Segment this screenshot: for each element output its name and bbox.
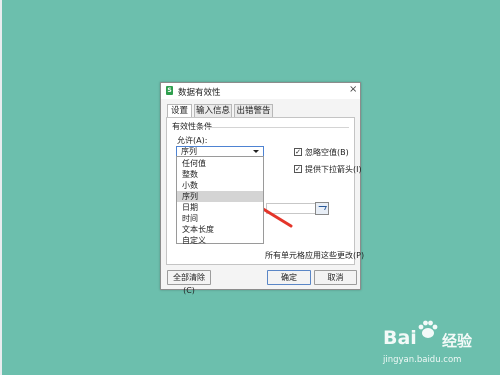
tab-settings[interactable]: 设置 — [167, 104, 192, 118]
dropdown-option-decimal[interactable]: 小数 — [177, 180, 263, 191]
chevron-down-icon[interactable] — [253, 150, 259, 153]
window-edge — [0, 0, 2, 375]
dialog-titlebar: S 数据有效性 × — [161, 83, 360, 99]
ignore-blank-label: 忽略空值(B) — [305, 148, 349, 157]
paw-logo-icon — [418, 320, 438, 338]
close-icon[interactable]: × — [349, 84, 357, 95]
source-input[interactable] — [266, 203, 316, 214]
dropdown-option-time[interactable]: 时间 — [177, 213, 263, 224]
apply-to-all-label[interactable]: 所有单元格应用这些更改(P) — [265, 250, 364, 261]
dropdown-option-date[interactable]: 日期 — [177, 202, 263, 213]
data-validation-dialog: S 数据有效性 × 设置 输入信息 出错警告 有效性条件 允许(A): 序列 任… — [160, 82, 364, 295]
section-divider — [205, 127, 349, 128]
allow-select-value: 序列 — [181, 147, 197, 156]
cancel-button[interactable]: 取消 — [314, 270, 357, 285]
ok-button[interactable]: 确定 — [267, 270, 311, 285]
tab-input-message[interactable]: 输入信息 — [194, 104, 232, 117]
dropdown-option-text-length[interactable]: 文本长度 — [177, 224, 263, 235]
watermark-url: jingyan.baidu.com — [383, 355, 462, 365]
spreadsheet-app-icon: S — [166, 86, 173, 95]
allow-label: 允许(A): — [177, 136, 208, 145]
dropdown-option-integer[interactable]: 整数 — [177, 169, 263, 180]
range-select-button[interactable] — [315, 202, 329, 215]
dropdown-option-any[interactable]: 任何值 — [177, 158, 263, 169]
dropdown-arrow-checkbox[interactable]: ✓ — [294, 165, 302, 173]
watermark-brand: Bai — [383, 327, 417, 349]
tab-error-alert[interactable]: 出错警告 — [234, 104, 273, 117]
ignore-blank-checkbox[interactable]: ✓ — [294, 148, 302, 156]
dropdown-option-custom[interactable]: 自定义 — [177, 235, 263, 246]
dropdown-option-list[interactable]: 序列 — [177, 191, 263, 202]
watermark-suffix: 经验 — [442, 332, 473, 350]
clear-all-button[interactable]: 全部清除(C) — [167, 270, 211, 295]
dialog-title: 数据有效性 — [178, 88, 221, 98]
settings-panel: 有效性条件 允许(A): 序列 任何值 整数 小数 序列 日期 时间 文本长度 … — [166, 117, 364, 265]
dropdown-arrow-label: 提供下拉箭头(I) — [305, 165, 362, 174]
allow-dropdown-list: 任何值 整数 小数 序列 日期 时间 文本长度 自定义 — [176, 156, 264, 246]
range-select-icon — [317, 206, 327, 210]
